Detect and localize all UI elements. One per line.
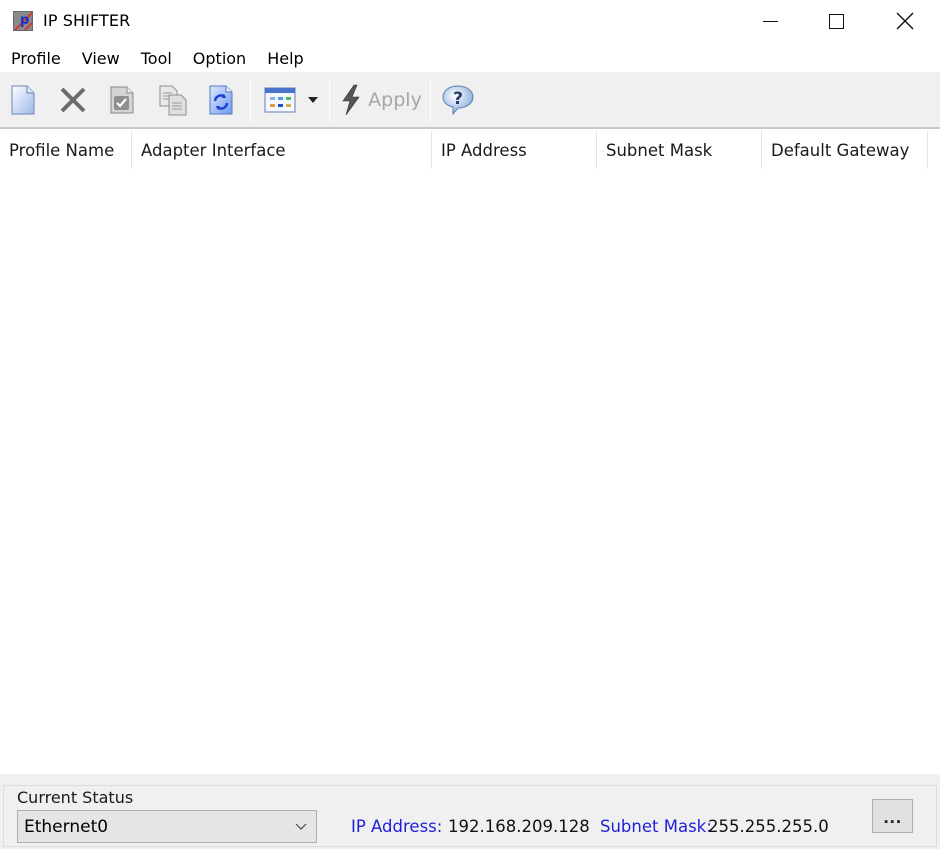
profile-list-header: Profile Name Adapter Interface IP Addres… (0, 131, 940, 169)
toolbar-separator (430, 78, 431, 122)
view-mode-dropdown[interactable] (304, 82, 322, 118)
refresh-button[interactable] (206, 82, 236, 118)
chevron-down-icon (295, 823, 307, 830)
more-details-button[interactable]: ... (872, 799, 913, 833)
ip-shifter-app-icon[interactable]: p (13, 11, 33, 31)
column-header-profile-name[interactable]: Profile Name (0, 131, 132, 169)
new-profile-icon (11, 85, 35, 115)
close-icon (896, 12, 914, 30)
column-header-default-gateway[interactable]: Default Gateway (762, 131, 928, 169)
current-status-panel: Current Status Ethernet0 IP Address: 192… (0, 774, 940, 849)
menu-tool[interactable]: Tool (131, 46, 182, 72)
help-icon: ? (442, 85, 474, 116)
menu-view[interactable]: View (72, 46, 130, 72)
minimize-button[interactable] (737, 0, 803, 42)
ip-address-value: 192.168.209.128 (448, 817, 590, 836)
title-bar[interactable]: p IP SHIFTER (0, 0, 940, 44)
adapter-select[interactable]: Ethernet0 (17, 810, 317, 843)
delete-profile-button[interactable] (57, 82, 89, 118)
toolbar-separator (250, 78, 251, 122)
edit-profile-button[interactable] (108, 82, 136, 118)
refresh-icon (209, 85, 233, 115)
minimize-icon (762, 20, 778, 22)
subnet-mask-label: Subnet Mask: (600, 817, 712, 836)
new-profile-button[interactable] (8, 82, 38, 118)
ip-address-label: IP Address: (351, 817, 443, 836)
current-status-group: Current Status Ethernet0 IP Address: 192… (3, 785, 937, 847)
column-header-subnet-mask[interactable]: Subnet Mask (597, 131, 762, 169)
window-title: IP SHIFTER (43, 11, 131, 30)
help-button[interactable]: ? (440, 82, 476, 118)
delete-icon (60, 87, 86, 113)
maximize-button[interactable] (803, 0, 869, 42)
current-status-label: Current Status (16, 788, 135, 807)
menu-option[interactable]: Option (183, 46, 256, 72)
toolbar-separator (329, 78, 330, 122)
copy-profile-icon (159, 85, 187, 116)
adapter-select-value: Ethernet0 (24, 816, 109, 837)
edit-profile-icon (110, 86, 134, 114)
view-mode-icon (264, 87, 296, 113)
apply-button[interactable]: Apply (338, 82, 424, 118)
close-button[interactable] (872, 0, 938, 42)
menu-help[interactable]: Help (257, 46, 313, 72)
maximize-icon (828, 13, 844, 29)
subnet-mask-value: 255.255.255.0 (708, 817, 829, 836)
profile-list[interactable] (0, 169, 940, 774)
apply-label: Apply (368, 89, 422, 111)
menu-profile[interactable]: Profile (0, 46, 71, 72)
column-header-adapter-interface[interactable]: Adapter Interface (132, 131, 432, 169)
svg-text:?: ? (453, 89, 463, 109)
lightning-icon (342, 84, 360, 116)
menu-bar: Profile View Tool Option Help (0, 46, 940, 72)
dropdown-arrow-icon (308, 97, 318, 103)
column-header-ip-address[interactable]: IP Address (432, 131, 597, 169)
copy-profile-button[interactable] (156, 82, 190, 118)
view-mode-button[interactable] (262, 82, 298, 118)
toolbar: Apply ? (0, 72, 940, 129)
